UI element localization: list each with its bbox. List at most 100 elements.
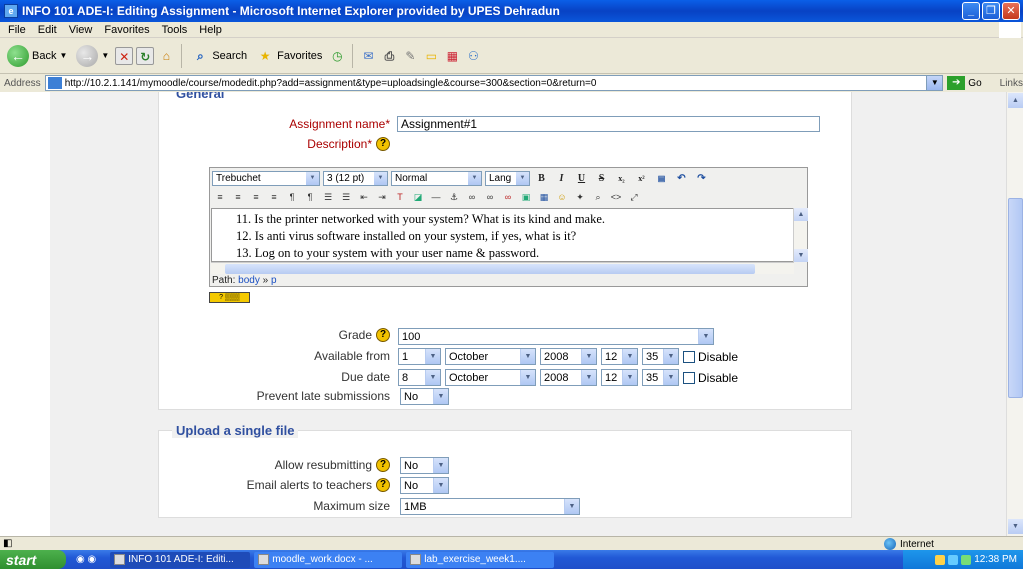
prevent-late-select[interactable]: No ▼: [400, 388, 449, 405]
tray-icon[interactable]: [948, 554, 959, 565]
assignment-name-input[interactable]: Assignment#1: [397, 116, 820, 132]
insert-image-icon[interactable]: ▣: [518, 190, 534, 204]
menu-file[interactable]: File: [2, 24, 32, 36]
available-disable-checkbox[interactable]: [683, 350, 695, 363]
research-icon[interactable]: ▦: [443, 47, 461, 65]
stop-icon[interactable]: ✕: [115, 46, 134, 65]
address-dropdown-icon[interactable]: ▼: [926, 76, 943, 90]
indent-icon[interactable]: ⇥: [374, 190, 390, 204]
taskbar-item-word[interactable]: moodle_work.docx - ...: [254, 551, 403, 568]
links-button[interactable]: Links: [1000, 78, 1023, 89]
superscript-icon[interactable]: x²: [633, 171, 650, 186]
go-button[interactable]: ➔ Go: [947, 76, 982, 90]
font-family-select[interactable]: Trebuchet ▼: [212, 171, 320, 186]
italic-icon[interactable]: I: [553, 171, 570, 186]
unlink-icon[interactable]: ∞: [482, 190, 498, 204]
maximize-button[interactable]: ❐: [982, 2, 1000, 20]
anchor-icon[interactable]: ⚓: [446, 190, 462, 204]
due-disable-checkbox[interactable]: [683, 371, 695, 384]
mail-icon[interactable]: ✉: [359, 47, 377, 65]
scroll-down-icon[interactable]: ▼: [1008, 519, 1023, 534]
ltr-icon[interactable]: ¶: [284, 190, 300, 204]
scroll-up-icon[interactable]: ▲: [794, 208, 808, 221]
ordered-list-icon[interactable]: ☰: [320, 190, 336, 204]
help-icon[interactable]: ?: [376, 328, 390, 342]
editor-horizontal-scrollbar[interactable]: [211, 262, 794, 274]
page-vertical-scrollbar[interactable]: ▲ ▼: [1006, 92, 1023, 536]
edit-icon[interactable]: ✎: [401, 47, 419, 65]
due-day-select[interactable]: 8 ▼: [398, 369, 441, 386]
due-hour-select[interactable]: 12 ▼: [601, 369, 638, 386]
clean-word-icon[interactable]: ▤: [653, 171, 670, 186]
search-replace-icon[interactable]: ⌕: [590, 190, 606, 204]
forward-dropdown-icon[interactable]: ▼: [101, 51, 109, 60]
quicklaunch-icons[interactable]: ◉ ◉: [76, 554, 96, 565]
path-body-link[interactable]: body: [238, 275, 260, 286]
rtl-icon[interactable]: ¶: [302, 190, 318, 204]
bold-icon[interactable]: B: [533, 171, 550, 186]
allow-resubmit-select[interactable]: No ▼: [400, 457, 449, 474]
text-color-icon[interactable]: T: [392, 190, 408, 204]
scroll-down-icon[interactable]: ▼: [794, 249, 808, 262]
special-char-icon[interactable]: ✦: [572, 190, 588, 204]
tray-icon[interactable]: [935, 554, 946, 565]
menu-favorites[interactable]: Favorites: [98, 24, 155, 36]
refresh-icon[interactable]: ↻: [136, 46, 155, 65]
unordered-list-icon[interactable]: ☰: [338, 190, 354, 204]
align-right-icon[interactable]: ≡: [248, 190, 264, 204]
underline-icon[interactable]: U: [573, 171, 590, 186]
menu-tools[interactable]: Tools: [156, 24, 194, 36]
history-icon[interactable]: ◷: [328, 47, 346, 65]
max-size-select[interactable]: 1MB ▼: [400, 498, 580, 515]
editor-content-area[interactable]: 11. Is the printer networked with your s…: [211, 208, 794, 262]
start-button[interactable]: start: [0, 550, 66, 569]
editor-hscroll-thumb[interactable]: [225, 264, 755, 274]
undo-icon[interactable]: ↶: [673, 171, 690, 186]
messenger-icon[interactable]: ⚇: [464, 47, 482, 65]
favorites-button[interactable]: ★ Favorites: [253, 45, 325, 67]
back-dropdown-icon[interactable]: ▼: [59, 51, 67, 60]
link-icon[interactable]: ∞: [464, 190, 480, 204]
address-input[interactable]: http://10.2.1.141/mymoodle/course/modedi…: [44, 75, 944, 91]
align-center-icon[interactable]: ≡: [230, 190, 246, 204]
editor-help-keyboard-icon[interactable]: ? ▒▒▒: [209, 292, 250, 303]
search-button[interactable]: ⌕ Search: [188, 45, 250, 67]
available-minute-select[interactable]: 35 ▼: [642, 348, 679, 365]
menu-edit[interactable]: Edit: [32, 24, 63, 36]
print-icon[interactable]: ⎙: [380, 47, 398, 65]
taskbar-item-ie[interactable]: INFO 101 ADE-I: Editi...: [110, 551, 251, 568]
due-year-select[interactable]: 2008 ▼: [540, 369, 597, 386]
strikethrough-icon[interactable]: S: [593, 171, 610, 186]
background-color-icon[interactable]: ◪: [410, 190, 426, 204]
paragraph-style-select[interactable]: Normal ▼: [391, 171, 482, 186]
grade-select[interactable]: 100 ▼: [398, 328, 714, 345]
available-month-select[interactable]: October ▼: [445, 348, 536, 365]
language-select[interactable]: Lang ▼: [485, 171, 530, 186]
fullscreen-icon[interactable]: ⤢: [626, 190, 642, 204]
align-left-icon[interactable]: ≡: [212, 190, 228, 204]
redo-icon[interactable]: ↷: [693, 171, 710, 186]
smiley-icon[interactable]: ☺: [554, 190, 570, 204]
help-icon[interactable]: ?: [376, 137, 390, 151]
back-button[interactable]: ← Back ▼: [4, 43, 70, 69]
html-source-icon[interactable]: <>: [608, 190, 624, 204]
taskbar-item-word2[interactable]: lab_exercise_week1....: [406, 551, 555, 568]
email-alerts-select[interactable]: No ▼: [400, 477, 449, 494]
close-button[interactable]: ✕: [1002, 2, 1020, 20]
help-icon[interactable]: ?: [376, 458, 390, 472]
available-day-select[interactable]: 1 ▼: [398, 348, 441, 365]
folder-icon[interactable]: ▭: [422, 47, 440, 65]
menu-help[interactable]: Help: [193, 24, 228, 36]
subscript-icon[interactable]: x₂: [613, 171, 630, 186]
forward-button[interactable]: → ▼: [73, 43, 112, 69]
home-icon[interactable]: ⌂: [157, 47, 175, 65]
help-icon[interactable]: ?: [376, 478, 390, 492]
minimize-button[interactable]: _: [962, 2, 980, 20]
path-p-link[interactable]: p: [271, 275, 277, 286]
scroll-up-icon[interactable]: ▲: [1008, 93, 1023, 108]
page-scroll-thumb[interactable]: [1008, 198, 1023, 398]
horizontal-rule-icon[interactable]: —: [428, 190, 444, 204]
available-hour-select[interactable]: 12 ▼: [601, 348, 638, 365]
editor-vertical-scrollbar[interactable]: ▲ ▼: [793, 208, 808, 262]
align-justify-icon[interactable]: ≡: [266, 190, 282, 204]
